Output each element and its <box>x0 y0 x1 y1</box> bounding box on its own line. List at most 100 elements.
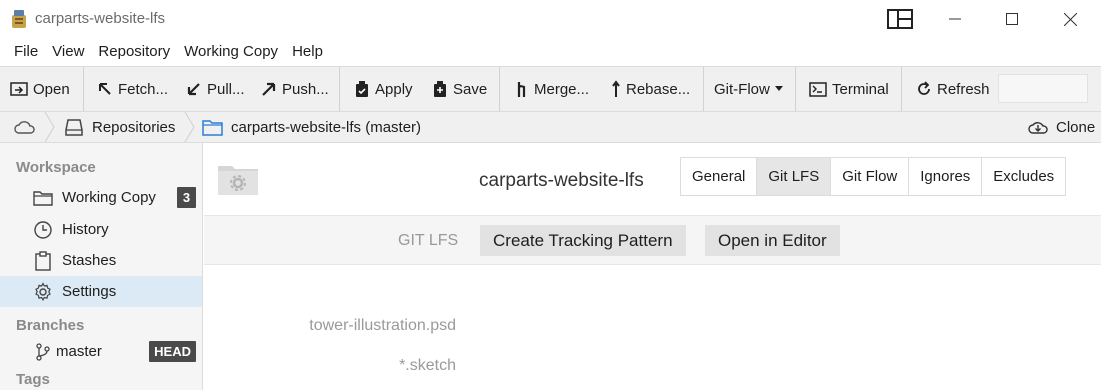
sidebar-heading-workspace: Workspace <box>16 159 96 176</box>
sidebar: Workspace Working Copy 3 History Stashes… <box>0 143 203 390</box>
sidebar-item-stashes[interactable]: Stashes <box>0 245 202 276</box>
fetch-button[interactable]: Fetch... <box>97 67 168 111</box>
sidebar-item-label: History <box>62 221 109 238</box>
pull-button[interactable]: Pull... <box>186 67 245 111</box>
settings-panel: carparts-website-lfs General Git LFS Git… <box>204 143 1101 390</box>
breadcrumb-repositories-label: Repositories <box>92 118 176 136</box>
sidebar-item-label: master <box>56 343 102 360</box>
breadcrumb-separator-icon <box>184 112 195 142</box>
tab-general[interactable]: General <box>681 158 758 195</box>
toolbar: Open Fetch... Pull... Push... Apply Save… <box>0 66 1101 112</box>
open-in-editor-button[interactable]: Open in Editor <box>705 225 840 256</box>
folder-icon <box>202 119 223 136</box>
tab-excludes[interactable]: Excludes <box>982 158 1066 195</box>
merge-button[interactable]: Merge... <box>515 67 589 111</box>
lfs-tracking-pattern[interactable]: *.sketch <box>399 357 456 375</box>
git-flow-dropdown[interactable]: Git-Flow <box>714 67 783 111</box>
toolbar-divider <box>499 67 500 111</box>
apply-stash-icon <box>356 81 368 97</box>
toolbar-divider <box>795 67 796 111</box>
merge-icon <box>517 82 526 97</box>
clipboard-icon <box>35 251 51 271</box>
title-bar: carparts-website-lfs <box>0 0 1101 38</box>
branch-icon <box>36 343 50 361</box>
open-button[interactable]: Open <box>10 67 70 111</box>
toolbar-search-field[interactable] <box>998 74 1088 103</box>
tab-git-flow[interactable]: Git Flow <box>831 158 910 195</box>
tab-git-lfs[interactable]: Git LFS <box>757 158 832 195</box>
save-stash-icon <box>434 81 446 97</box>
rebase-icon <box>612 80 620 97</box>
menu-view[interactable]: View <box>45 38 91 66</box>
close-icon <box>1063 12 1077 26</box>
menu-working-copy[interactable]: Working Copy <box>177 38 285 66</box>
sidebar-item-working-copy[interactable]: Working Copy 3 <box>0 182 202 213</box>
maximize-button[interactable] <box>989 0 1035 38</box>
sidebar-item-label: Working Copy <box>62 189 156 206</box>
menu-repository[interactable]: Repository <box>91 38 177 66</box>
folder-icon <box>33 191 53 206</box>
repository-name: carparts-website-lfs <box>479 170 644 191</box>
merge-label: Merge... <box>534 80 590 98</box>
create-tracking-pattern-button[interactable]: Create Tracking Pattern <box>480 225 686 256</box>
sidebar-heading-tags[interactable]: Tags <box>16 371 50 388</box>
changes-count-badge: 3 <box>177 187 196 208</box>
fetch-icon <box>99 83 111 95</box>
rebase-button[interactable]: Rebase... <box>611 67 690 111</box>
tab-ignores[interactable]: Ignores <box>909 158 983 195</box>
cloud-button[interactable] <box>14 112 36 142</box>
sidebar-item-branch-master[interactable]: master HEAD <box>0 336 202 367</box>
sidebar-item-label: Settings <box>62 283 117 300</box>
refresh-icon <box>918 81 930 95</box>
menu-bar: File View Repository Working Copy Help <box>0 38 1101 66</box>
head-badge: HEAD <box>149 341 196 362</box>
git-lfs-action-bar: GIT LFS Create Tracking Pattern Open in … <box>204 215 1101 265</box>
clone-button[interactable]: Clone <box>1028 112 1095 142</box>
sidebar-item-label: Stashes <box>62 252 117 269</box>
clock-icon <box>34 221 52 239</box>
toolbar-divider <box>83 67 84 111</box>
refresh-label: Refresh <box>937 80 990 98</box>
lfs-tracking-pattern[interactable]: tower-illustration.psd <box>309 317 456 335</box>
terminal-button[interactable]: Terminal <box>809 67 889 111</box>
save-button[interactable]: Save <box>432 67 487 111</box>
terminal-label: Terminal <box>832 80 889 98</box>
minimize-button[interactable] <box>932 0 978 38</box>
sidebar-item-history[interactable]: History <box>0 214 202 245</box>
push-icon <box>262 82 276 96</box>
menu-file[interactable]: File <box>8 38 45 66</box>
breadcrumb-current-repo[interactable]: carparts-website-lfs (master) <box>202 112 421 142</box>
sidebar-item-settings[interactable]: Settings <box>0 276 202 307</box>
minimize-icon <box>949 18 961 20</box>
layout-toggle-button[interactable] <box>877 0 923 38</box>
sidebar-heading-branches: Branches <box>16 317 85 334</box>
breadcrumb-repositories[interactable]: Repositories <box>64 112 175 142</box>
rebase-label: Rebase... <box>626 80 691 98</box>
pull-icon <box>187 83 200 96</box>
save-label: Save <box>453 80 488 98</box>
git-lfs-section-label: GIT LFS <box>398 232 459 249</box>
push-label: Push... <box>282 80 329 98</box>
terminal-icon <box>809 81 827 97</box>
hard-drive-icon <box>65 119 83 136</box>
apply-button[interactable]: Apply <box>354 67 413 111</box>
layout-icon <box>887 9 913 29</box>
breadcrumb-repo-label: carparts-website-lfs (master) <box>231 118 422 136</box>
refresh-button[interactable]: Refresh <box>916 67 990 111</box>
open-icon <box>10 82 28 96</box>
fetch-label: Fetch... <box>118 80 169 98</box>
caret-down-icon <box>774 86 783 91</box>
app-logo-icon <box>12 10 26 28</box>
toolbar-divider <box>703 67 704 111</box>
breadcrumb-separator-icon <box>44 112 55 142</box>
settings-tabs: General Git LFS Git Flow Ignores Exclude… <box>680 157 1067 196</box>
repository-folder-icon <box>218 166 258 195</box>
clone-label: Clone <box>1056 118 1096 136</box>
push-button[interactable]: Push... <box>261 67 329 111</box>
breadcrumb: Repositories carparts-website-lfs (maste… <box>0 112 1101 143</box>
toolbar-divider <box>339 67 340 111</box>
window-title: carparts-website-lfs <box>35 10 166 27</box>
close-button[interactable] <box>1047 0 1093 38</box>
git-flow-label: Git-Flow <box>714 80 770 98</box>
menu-help[interactable]: Help <box>285 38 330 66</box>
